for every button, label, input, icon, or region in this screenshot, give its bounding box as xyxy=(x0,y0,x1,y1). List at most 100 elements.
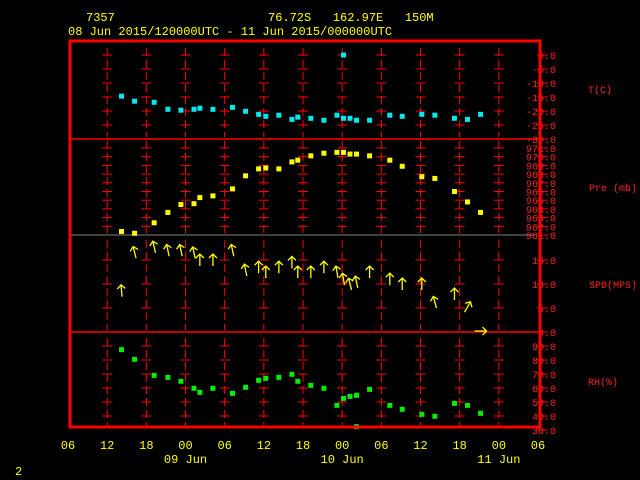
relative-humidity-point xyxy=(151,372,157,378)
x-axis-labels: 06 12 18 00 06 12 18 00 06 12 18 00 06 09 Jun 10 Jun 11… xyxy=(61,439,545,467)
temperature-point xyxy=(387,112,393,118)
temperature-point xyxy=(289,116,295,122)
wind-arrow xyxy=(385,272,395,286)
temperature-point xyxy=(151,99,157,105)
temperature-point xyxy=(276,112,282,118)
relative-humidity-point xyxy=(197,389,203,395)
pressure-point xyxy=(165,209,171,215)
relative-humidity-point xyxy=(191,385,197,391)
wind-arrow xyxy=(293,265,303,278)
pressure-point xyxy=(465,199,470,205)
temperature-point xyxy=(419,111,425,117)
pressure-point xyxy=(263,165,269,171)
y-tick-label: 50.0 xyxy=(532,399,556,410)
temperature-point xyxy=(230,104,235,110)
x-tick-label: 06 xyxy=(531,439,545,453)
wind-arrow xyxy=(474,326,488,336)
y-tick-label: 90.0 xyxy=(532,343,556,354)
wind-arrow xyxy=(319,260,329,274)
time-period: 08 Jun 2015/120000UTC - 11 Jun 2015/0000… xyxy=(68,25,392,39)
temperature-point xyxy=(210,106,216,112)
relative-humidity-point xyxy=(354,392,360,398)
pressure-point xyxy=(295,157,301,163)
relative-humidity-point xyxy=(119,347,125,353)
x-tick-label: 18 xyxy=(296,439,310,453)
wind-arrow xyxy=(129,245,139,259)
y-tick-label: 10.0 xyxy=(532,281,556,292)
relative-humidity-point xyxy=(347,393,353,399)
temperature-point xyxy=(465,116,470,122)
temperature-point xyxy=(451,115,457,121)
x-tick-label: 00 xyxy=(492,439,506,453)
pressure-point xyxy=(178,202,184,208)
pressure-point xyxy=(432,175,438,181)
temperature-point xyxy=(478,111,484,117)
temperature-point xyxy=(367,117,373,123)
relative-humidity-point xyxy=(230,390,235,396)
relative-humidity-point xyxy=(340,395,346,401)
y-tick-label: 70.0 xyxy=(532,371,556,382)
page-number: 2 xyxy=(15,465,22,479)
temperature-point xyxy=(340,52,346,58)
wind-arrow xyxy=(261,265,271,278)
pressure-point xyxy=(334,149,340,155)
wind-arrow xyxy=(397,277,407,290)
relative-humidity-point xyxy=(334,402,340,408)
temperature-point xyxy=(295,114,301,120)
x-tick-label: 06 xyxy=(217,439,231,453)
relative-humidity-point xyxy=(178,378,184,384)
wind-arrow xyxy=(195,253,205,266)
temperature-axis-label: T(C) xyxy=(588,85,612,97)
wind-axis-label: SPD(MPS) xyxy=(589,280,637,292)
wind-arrow xyxy=(116,283,126,297)
pressure-point xyxy=(132,230,138,236)
y-tick-label: 60.0 xyxy=(532,385,556,396)
wind-arrow xyxy=(149,240,158,254)
pressure-axis-label: Pre (mb) xyxy=(589,183,637,195)
relative-humidity-point xyxy=(295,378,301,384)
x-tick-label: 00 xyxy=(335,439,349,453)
temperature-point xyxy=(354,117,360,123)
temperature-point xyxy=(334,112,340,118)
x-tick-label: 12 xyxy=(413,439,427,453)
wind-arrow xyxy=(240,263,250,277)
x-tick-label: 00 xyxy=(178,439,192,453)
relative-humidity-point xyxy=(243,384,249,390)
date-label: 11 Jun xyxy=(477,453,520,467)
data-marks xyxy=(116,52,488,430)
wind-arrow xyxy=(429,295,439,309)
pressure-point xyxy=(354,151,360,157)
relative-humidity-axis-label: RH(%) xyxy=(588,377,618,389)
wind-arrow xyxy=(208,253,218,266)
wind-arrow xyxy=(287,255,297,269)
temperature-point xyxy=(119,93,125,99)
pressure-point xyxy=(119,229,125,235)
station-meteogram: 7357 76.72S 162.97E 150M 08 Jun 2015/120… xyxy=(15,11,637,479)
relative-humidity-point xyxy=(308,382,314,388)
wind-arrow xyxy=(254,260,264,274)
x-tick-label: 18 xyxy=(452,439,466,453)
temperature-point xyxy=(191,106,197,112)
wind-arrow xyxy=(449,287,459,301)
wind-arrow xyxy=(189,246,198,259)
wind-arrow xyxy=(227,243,237,257)
pressure-point xyxy=(151,220,157,226)
temperature-point xyxy=(178,107,184,113)
date-label: 09 Jun xyxy=(164,453,207,467)
pressure-point xyxy=(256,166,262,172)
relative-humidity-point xyxy=(165,374,171,380)
temperature-point xyxy=(256,111,262,117)
pressure-point xyxy=(210,193,216,199)
pressure-point xyxy=(230,186,235,192)
x-tick-label: 06 xyxy=(61,439,75,453)
temperature-point xyxy=(197,105,203,111)
x-tick-label: 12 xyxy=(257,439,271,453)
relative-humidity-point xyxy=(256,377,262,383)
plot-frame xyxy=(68,39,542,429)
temperature-point xyxy=(321,117,327,123)
pressure-point xyxy=(308,153,314,159)
y-tick-label: 30.0 xyxy=(532,427,556,438)
relative-humidity-point xyxy=(321,385,327,391)
pressure-point xyxy=(451,189,457,194)
temperature-point xyxy=(132,98,138,104)
